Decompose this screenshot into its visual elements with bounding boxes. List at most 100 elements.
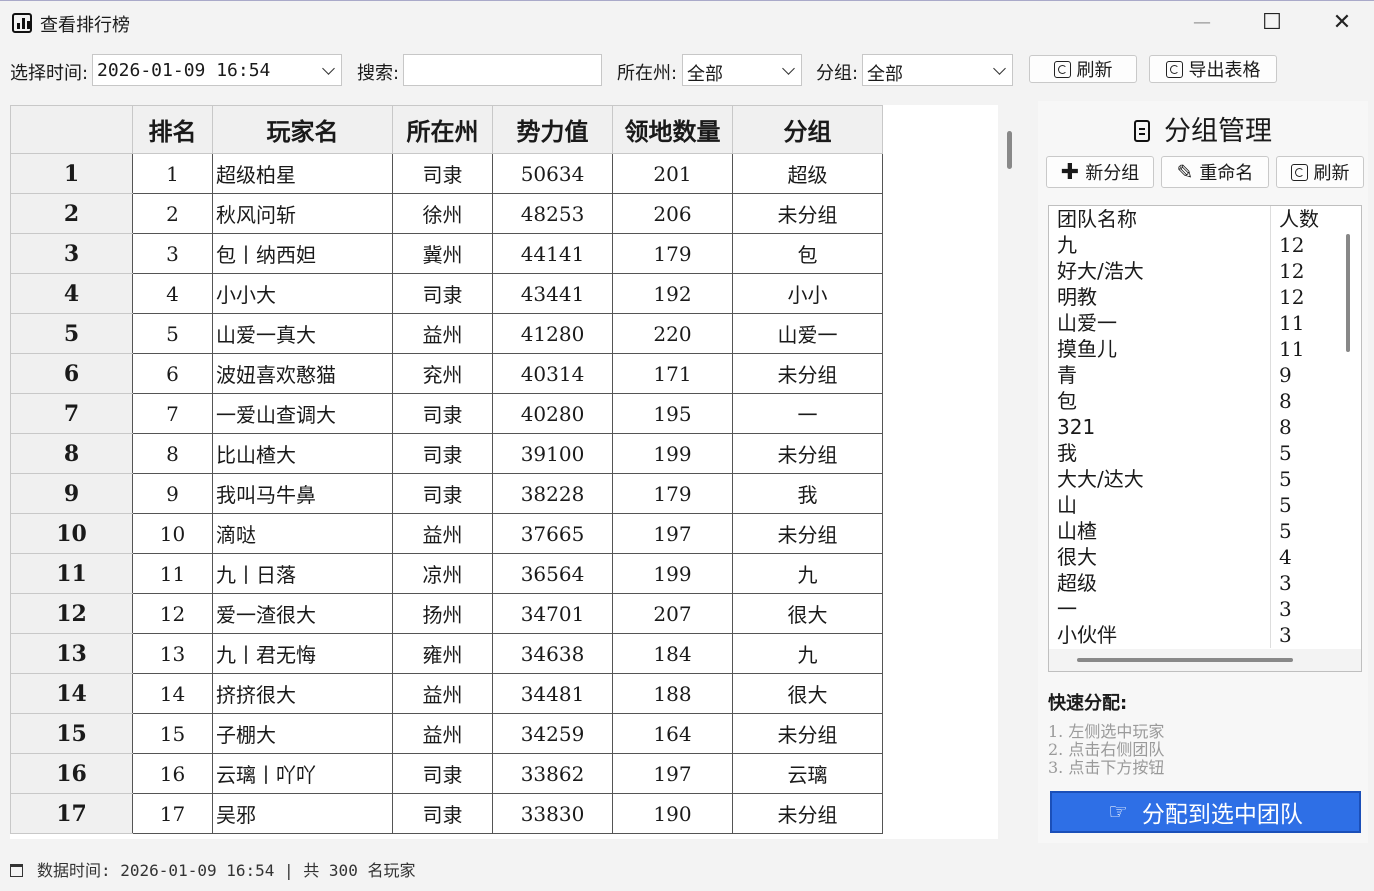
table-cell-group[interactable]: 我 [732, 473, 883, 514]
column-header[interactable]: 玩家名 [212, 105, 393, 154]
column-header[interactable]: 领地数量 [612, 105, 733, 154]
group-list-item[interactable]: 我5 [1049, 440, 1361, 466]
table-cell-land[interactable]: 179 [612, 233, 733, 274]
group-list-item[interactable]: 321 8 [1049, 414, 1361, 440]
row-header[interactable]: 13 [10, 633, 133, 674]
table-scrollbar[interactable] [1007, 131, 1012, 169]
table-cell-state[interactable]: 司隶 [392, 753, 493, 794]
table-cell-land[interactable]: 220 [612, 313, 733, 354]
new-group-button[interactable]: ✚ 新分组 [1046, 156, 1154, 188]
group-list[interactable]: 团队名称 人数 九 12 好大/浩大 12 明教 12 山爱一 11 摸鱼儿 11 青 9 包 8 321 8… [1048, 205, 1362, 672]
table-cell-group[interactable]: 一 [732, 393, 883, 434]
table-cell-state[interactable]: 扬州 [392, 593, 493, 634]
table-cell-group[interactable]: 很大 [732, 593, 883, 634]
table-cell-rank[interactable]: 5 [132, 313, 213, 354]
table-cell-group[interactable]: 山爱一 [732, 313, 883, 354]
table-cell-state[interactable]: 益州 [392, 673, 493, 714]
row-header[interactable]: 9 [10, 473, 133, 514]
table-cell-power[interactable]: 38228 [492, 473, 613, 514]
state-select[interactable]: 全部 [682, 54, 802, 86]
group-list-item[interactable]: 小伙伴 3 [1049, 622, 1361, 648]
group-select[interactable]: 全部 [862, 54, 1013, 86]
table-cell-power[interactable]: 40314 [492, 353, 613, 394]
table-cell-group[interactable]: 未分组 [732, 193, 883, 234]
table-cell-rank[interactable]: 11 [132, 553, 213, 594]
table-cell-rank[interactable]: 7 [132, 393, 213, 434]
table-cell-land[interactable]: 171 [612, 353, 733, 394]
table-row[interactable]: 2 2 秋风问斩 徐州 48253 206 未分组 [10, 193, 883, 234]
table-cell-state[interactable]: 徐州 [392, 193, 493, 234]
table-cell-land[interactable]: 192 [612, 273, 733, 314]
table-cell-rank[interactable]: 1 [132, 153, 213, 194]
table-cell-rank[interactable]: 15 [132, 713, 213, 754]
table-cell-name[interactable]: 挤挤很大 [212, 673, 393, 714]
table-cell-land[interactable]: 184 [612, 633, 733, 674]
group-list-item[interactable]: 超级 3 [1049, 570, 1361, 596]
group-list-item[interactable]: 山爱一 11 [1049, 310, 1361, 336]
team-name-header[interactable]: 团队名称 [1049, 206, 1271, 232]
table-cell-name[interactable]: 山爱一真大 [212, 313, 393, 354]
table-row[interactable]: 1 1 超级柏星 司隶 50634 201 超级 [10, 153, 883, 194]
assign-button[interactable]: ☞ 分配到选中团队 [1050, 791, 1361, 833]
table-cell-state[interactable]: 司隶 [392, 393, 493, 434]
table-row[interactable]: 13 13 九丨君无悔 雍州 34638 184 九 [10, 633, 883, 674]
table-cell-power[interactable]: 43441 [492, 273, 613, 314]
row-header[interactable]: 3 [10, 233, 133, 274]
table-cell-name[interactable]: 包丨纳西妲 [212, 233, 393, 274]
group-list-item[interactable]: 一3 [1049, 596, 1361, 622]
row-header[interactable]: 16 [10, 753, 133, 794]
table-row[interactable]: 11 11 九丨日落 凉州 36564 199 九 [10, 553, 883, 594]
table-row[interactable]: 15 15 子棚大 益州 34259 164 未分组 [10, 713, 883, 754]
table-cell-state[interactable]: 益州 [392, 713, 493, 754]
table-cell-power[interactable]: 33830 [492, 793, 613, 834]
column-header[interactable]: 排名 [132, 105, 213, 154]
table-cell-name[interactable]: 超级柏星 [212, 153, 393, 194]
table-cell-group[interactable]: 云璃 [732, 753, 883, 794]
table-cell-land[interactable]: 201 [612, 153, 733, 194]
table-cell-name[interactable]: 滴哒 [212, 513, 393, 554]
row-header[interactable]: 12 [10, 593, 133, 634]
table-cell-state[interactable]: 凉州 [392, 553, 493, 594]
table-cell-rank[interactable]: 6 [132, 353, 213, 394]
group-list-item[interactable]: 山楂 5 [1049, 518, 1361, 544]
table-row[interactable]: 4 4 小小大 司隶 43441 192 小小 [10, 273, 883, 314]
row-header[interactable]: 1 [10, 153, 133, 194]
table-cell-power[interactable]: 37665 [492, 513, 613, 554]
table-cell-land[interactable]: 190 [612, 793, 733, 834]
row-header[interactable]: 11 [10, 553, 133, 594]
column-header[interactable]: 分组 [732, 105, 883, 154]
table-cell-land[interactable]: 199 [612, 553, 733, 594]
table-cell-power[interactable]: 44141 [492, 233, 613, 274]
table-cell-group[interactable]: 未分组 [732, 353, 883, 394]
refresh-button[interactable]: 刷新 [1029, 55, 1137, 83]
row-header[interactable]: 2 [10, 193, 133, 234]
table-cell-rank[interactable]: 9 [132, 473, 213, 514]
table-cell-land[interactable]: 207 [612, 593, 733, 634]
table-cell-name[interactable]: 云璃丨吖吖 [212, 753, 393, 794]
table-row[interactable]: 10 10 滴哒 益州 37665 197 未分组 [10, 513, 883, 554]
table-cell-rank[interactable]: 16 [132, 753, 213, 794]
group-list-item[interactable]: 青9 [1049, 362, 1361, 388]
table-cell-land[interactable]: 206 [612, 193, 733, 234]
group-list-item[interactable]: 明教 12 [1049, 284, 1361, 310]
table-cell-state[interactable]: 司隶 [392, 153, 493, 194]
row-header[interactable]: 8 [10, 433, 133, 474]
table-cell-power[interactable]: 40280 [492, 393, 613, 434]
table-cell-land[interactable]: 197 [612, 513, 733, 554]
maximize-button[interactable]: ☐ [1237, 1, 1307, 45]
table-cell-group[interactable]: 未分组 [732, 513, 883, 554]
row-header[interactable]: 14 [10, 673, 133, 714]
table-row[interactable]: 16 16 云璃丨吖吖 司隶 33862 197 云璃 [10, 753, 883, 794]
table-cell-name[interactable]: 九丨日落 [212, 553, 393, 594]
ranking-table[interactable]: 排名 玩家名 所在州 势力值 领地数量 分组 1 1 超级柏星 司隶 50634 201 超… [10, 105, 998, 839]
table-cell-rank[interactable]: 3 [132, 233, 213, 274]
table-row[interactable]: 9 9 我叫马牛鼻 司隶 38228 179 我 [10, 473, 883, 514]
table-cell-state[interactable]: 司隶 [392, 793, 493, 834]
table-row[interactable]: 17 17 吴邪 司隶 33830 190 未分组 [10, 793, 883, 834]
table-cell-rank[interactable]: 8 [132, 433, 213, 474]
group-list-hscroll[interactable] [1049, 649, 1361, 671]
table-row[interactable]: 6 6 波妞喜欢憨猫 兖州 40314 171 未分组 [10, 353, 883, 394]
export-button[interactable]: 导出表格 [1149, 55, 1277, 83]
group-list-item[interactable]: 山5 [1049, 492, 1361, 518]
table-cell-name[interactable]: 小小大 [212, 273, 393, 314]
